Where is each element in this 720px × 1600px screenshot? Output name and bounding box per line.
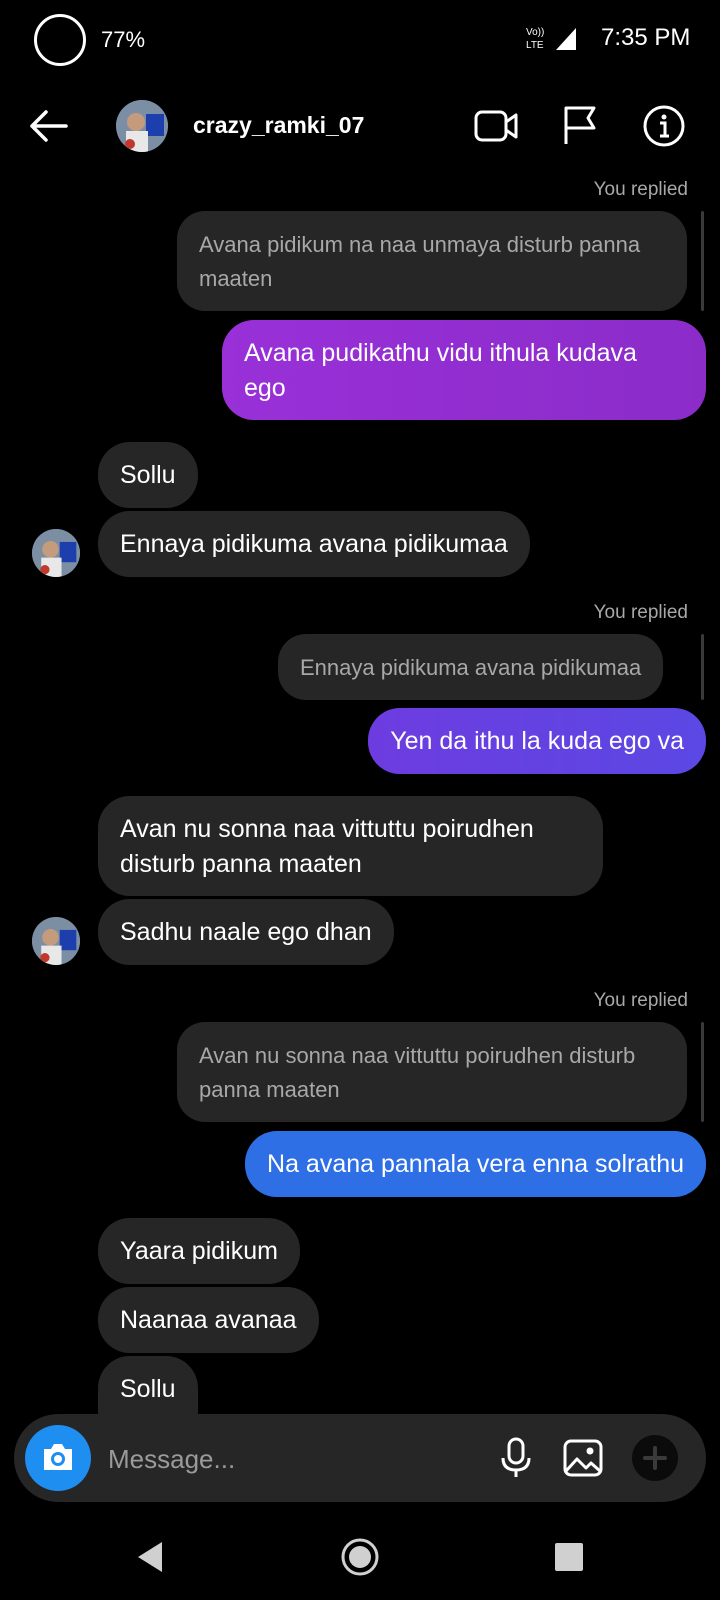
video-call-icon[interactable] xyxy=(474,106,518,146)
status-bar: 77% Vo)) LTE 7:35 PM xyxy=(0,0,720,80)
back-arrow-icon[interactable] xyxy=(26,106,70,146)
you-replied-label: You replied xyxy=(593,602,688,623)
quote-indicator xyxy=(701,634,704,700)
add-button[interactable] xyxy=(632,1435,678,1481)
message-composer xyxy=(14,1414,706,1502)
nav-back-icon[interactable] xyxy=(134,1540,166,1574)
incoming-message[interactable]: Avan nu sonna naa vittuttu poirudhen dis… xyxy=(98,796,603,896)
nav-recents-icon[interactable] xyxy=(554,1542,584,1572)
clock: 7:35 PM xyxy=(601,24,691,51)
quote-indicator xyxy=(701,211,704,311)
you-replied-label: You replied xyxy=(593,990,688,1011)
plus-icon xyxy=(643,1446,667,1470)
outgoing-message[interactable]: Avana pudikathu vidu ithula kudava ego xyxy=(222,320,706,420)
incoming-message[interactable]: Ennaya pidikuma avana pidikumaa xyxy=(98,511,530,577)
sender-avatar[interactable] xyxy=(32,917,80,965)
profile-avatar[interactable] xyxy=(116,100,168,152)
microphone-icon[interactable] xyxy=(498,1436,534,1480)
incoming-message[interactable]: Sollu xyxy=(98,442,198,508)
gallery-icon[interactable] xyxy=(562,1438,604,1478)
quote-indicator xyxy=(701,1022,704,1122)
nav-home-icon[interactable] xyxy=(340,1537,380,1577)
quoted-message[interactable]: Avana pidikum na naa unmaya disturb pann… xyxy=(177,211,687,311)
outgoing-message[interactable]: Yen da ithu la kuda ego va xyxy=(368,708,706,774)
incoming-message[interactable]: Sollu xyxy=(98,1356,198,1414)
chat-username[interactable]: crazy_ramki_07 xyxy=(193,112,364,139)
camera-icon xyxy=(44,1444,72,1470)
quoted-message[interactable]: Ennaya pidikuma avana pidikumaa xyxy=(278,634,664,700)
svg-text:Vo)): Vo)) xyxy=(526,27,544,38)
message-input[interactable] xyxy=(106,1436,470,1482)
quoted-message[interactable]: Avan nu sonna naa vittuttu poirudhen dis… xyxy=(177,1022,687,1122)
battery-percentage: 77% xyxy=(101,27,146,52)
info-icon[interactable] xyxy=(642,104,686,148)
chat-header: crazy_ramki_07 xyxy=(0,90,720,162)
svg-text:LTE: LTE xyxy=(526,40,544,51)
incoming-message[interactable]: Sadhu naale ego dhan xyxy=(98,899,394,965)
outgoing-message[interactable]: Na avana pannala vera enna solrathu xyxy=(245,1131,706,1197)
you-replied-label: You replied xyxy=(593,179,688,200)
flag-icon[interactable] xyxy=(562,104,598,146)
camera-button[interactable] xyxy=(25,1425,91,1491)
sender-avatar[interactable] xyxy=(32,529,80,577)
network-signal-icon: Vo)) LTE xyxy=(526,27,576,51)
battery-circle-icon xyxy=(34,14,86,66)
incoming-message[interactable]: Yaara pidikum xyxy=(98,1218,300,1284)
incoming-message[interactable]: Naanaa avanaa xyxy=(98,1287,319,1353)
